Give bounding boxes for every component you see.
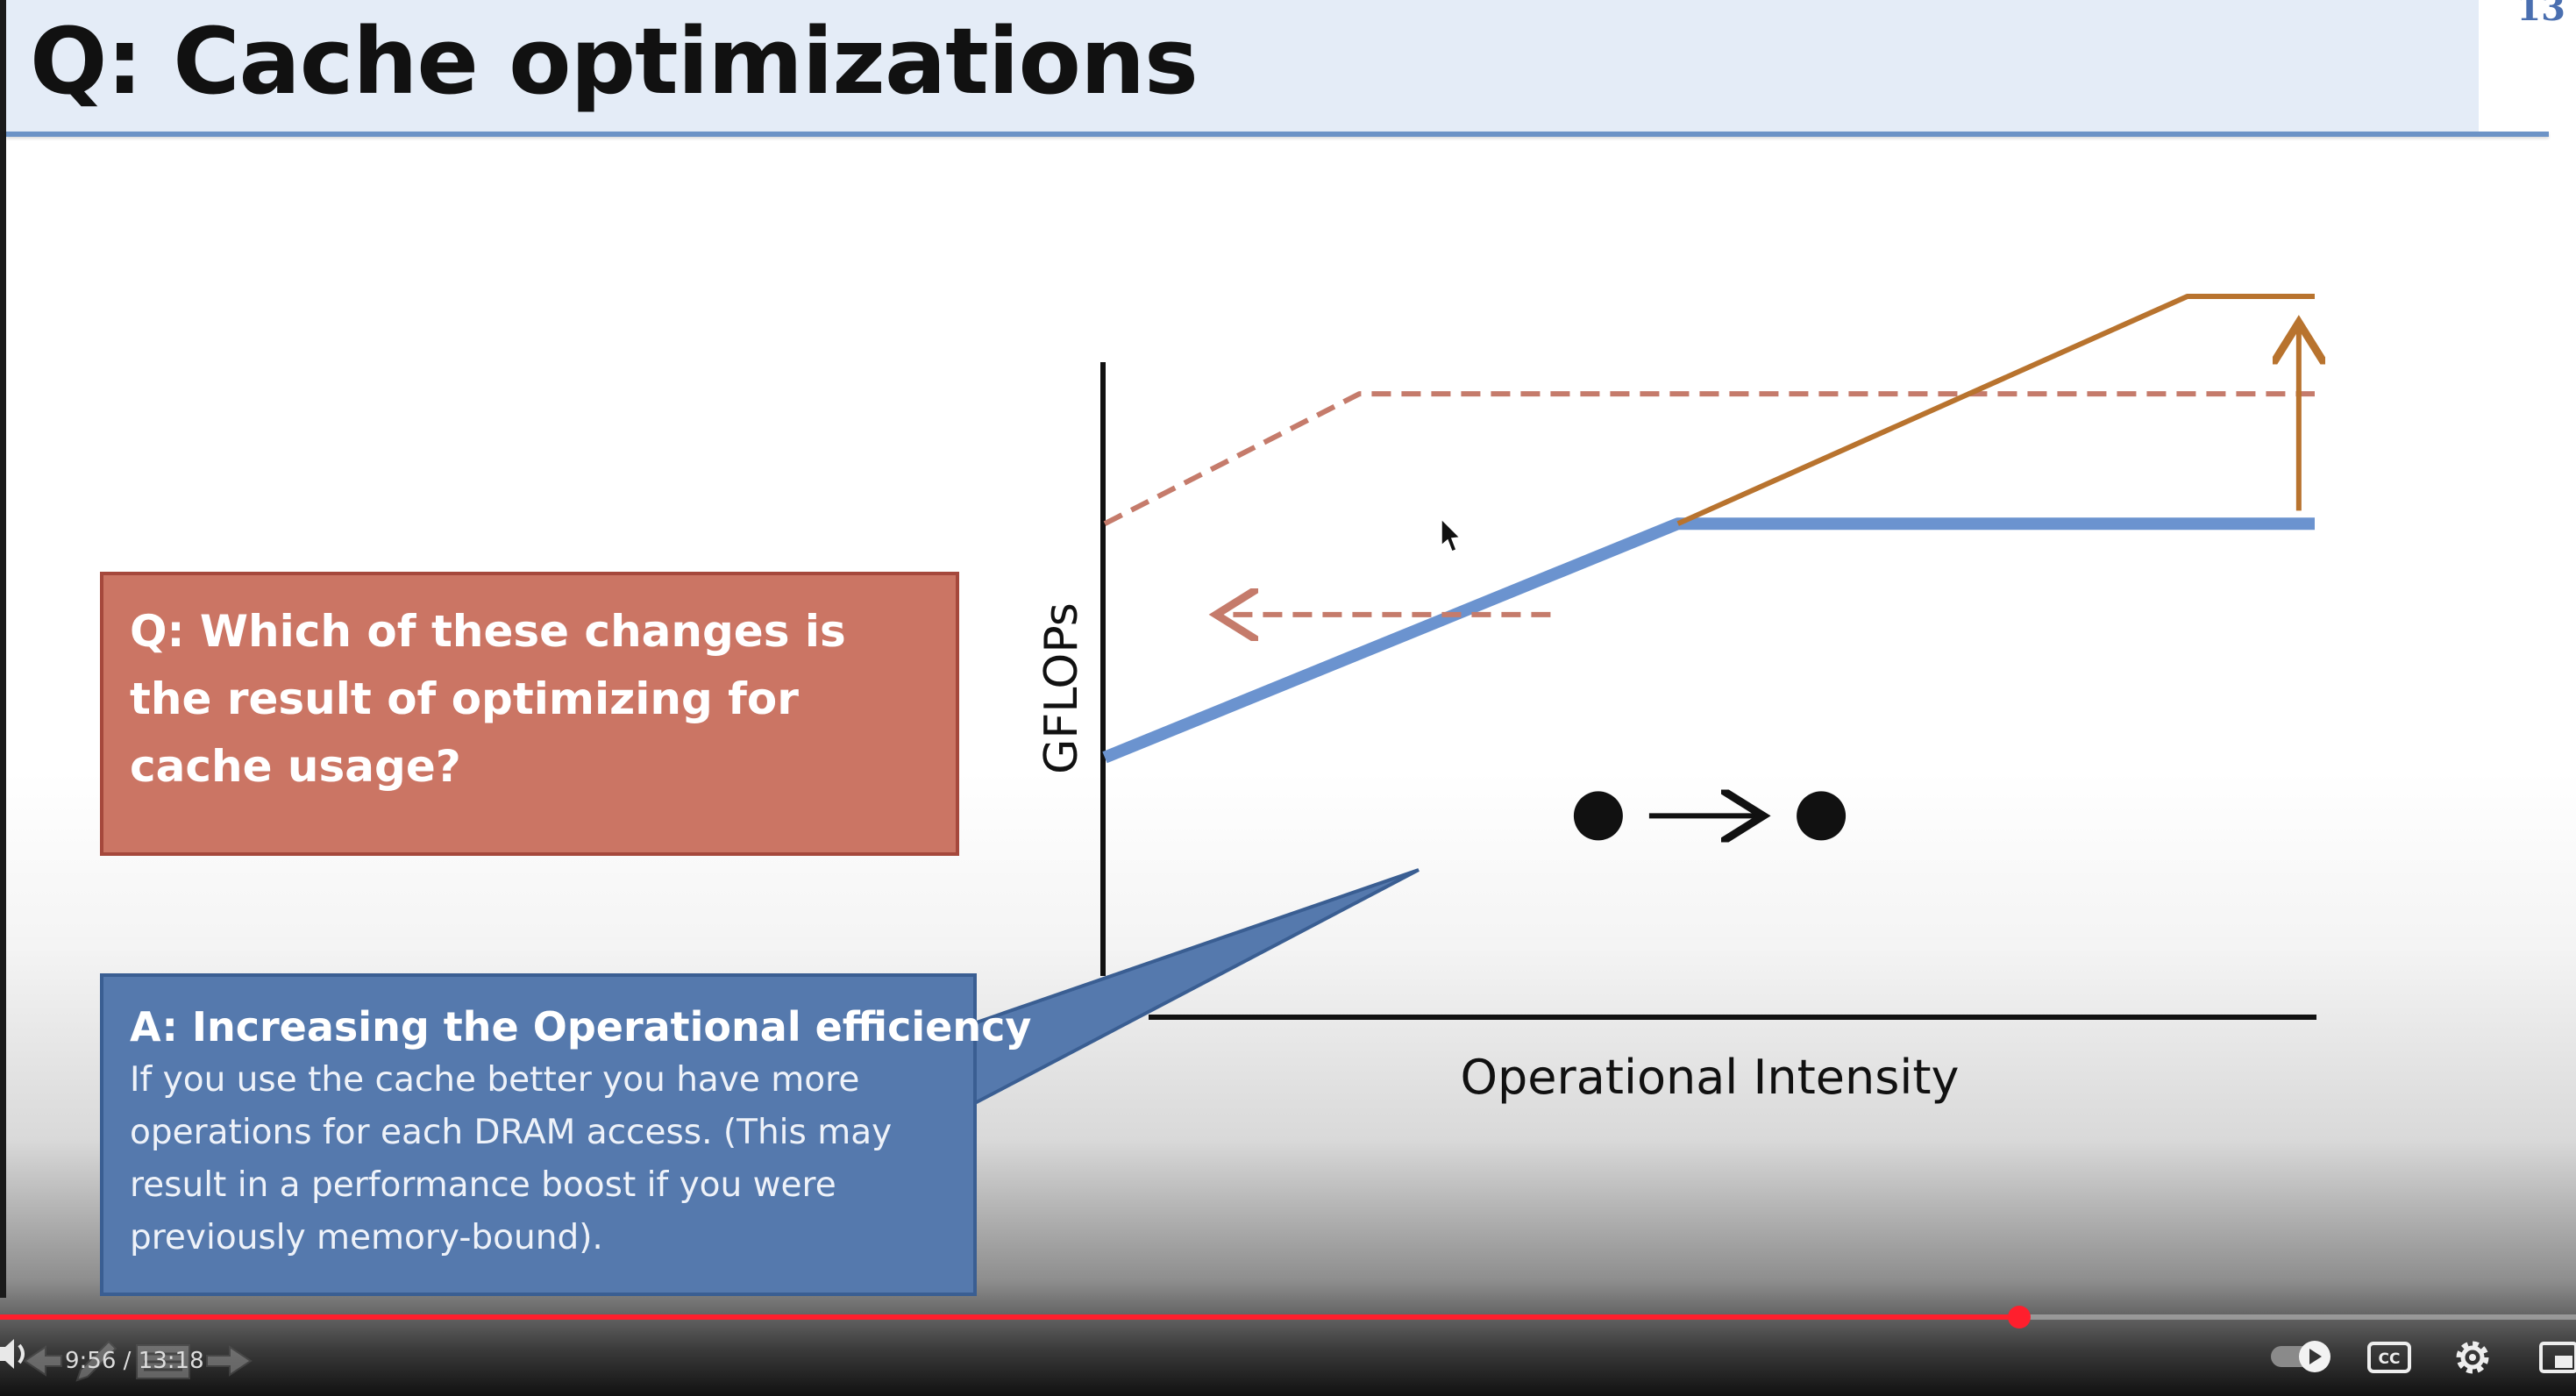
roofline-series-1	[1103, 391, 2315, 526]
player-controls: CC	[0, 1339, 2576, 1382]
current-time: 9:56	[65, 1348, 117, 1374]
answer-callout-pointer	[970, 868, 1420, 1108]
svg-text:CC: CC	[2379, 1350, 2401, 1368]
miniplayer-icon[interactable]	[2539, 1342, 2576, 1373]
x-axis-label: Operational Intensity	[1460, 1050, 1959, 1105]
slide: Q: Cache optimizations 13 GFLOPs Operati…	[0, 0, 2576, 1396]
roofline-series-2	[1676, 294, 2315, 526]
answer-heading: A: Increasing the Operational efficiency	[130, 1003, 1032, 1051]
question-callout: Q: Which of these changes is the result …	[100, 572, 959, 856]
settings-gear-icon[interactable]	[2456, 1341, 2489, 1374]
mouse-cursor-icon	[1441, 517, 1462, 552]
closed-captions-icon[interactable]: CC	[2367, 1342, 2411, 1373]
roofline-series-0	[1102, 517, 2315, 764]
question-text: Q: Which of these changes is the result …	[130, 606, 846, 792]
intensity-dot-start	[1573, 791, 1623, 841]
volume-icon[interactable]	[0, 1339, 25, 1369]
prev-slide-icon[interactable]	[23, 1345, 62, 1377]
answer-callout: A: Increasing the Operational efficiency…	[100, 973, 1032, 1296]
answer-body: If you use the cache better you have mor…	[130, 1060, 893, 1257]
autoplay-toggle-icon[interactable]	[2271, 1341, 2330, 1372]
time-separator: /	[116, 1348, 139, 1374]
next-slide-icon[interactable]	[206, 1345, 253, 1377]
y-axis-label: GFLOPs	[1035, 602, 1088, 774]
time-display: 9:56 / 13:18	[65, 1348, 204, 1374]
video-player[interactable]: Q: Cache optimizations 13 GFLOPs Operati…	[0, 0, 2576, 1396]
intensity-dot-end	[1797, 791, 1847, 841]
duration: 13:18	[138, 1348, 204, 1374]
